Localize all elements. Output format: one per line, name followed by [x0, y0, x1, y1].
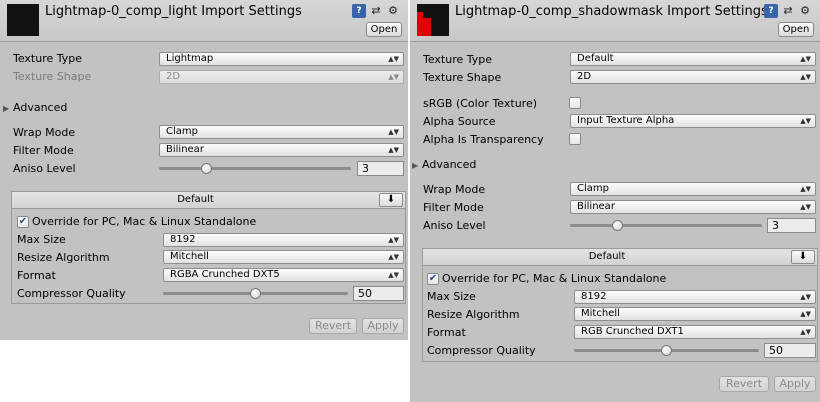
format-label: Format — [427, 326, 466, 339]
max-size-label: Max Size — [427, 290, 476, 303]
alpha-source-dropdown[interactable]: Input Texture Alpha ▲▼ — [570, 114, 816, 128]
srgb-label: sRGB (Color Texture) — [423, 97, 538, 110]
platform-tab-bar: Default ⬇ — [423, 249, 817, 266]
compressor-quality-label: Compressor Quality — [17, 287, 126, 300]
aniso-level-slider[interactable] — [159, 167, 351, 170]
filter-mode-dropdown[interactable]: Bilinear ▲▼ — [159, 143, 404, 157]
aniso-level-field[interactable]: 3 — [767, 218, 816, 233]
filter-mode-label: Filter Mode — [13, 144, 74, 157]
texture-shape-dropdown: 2D ▲▼ — [159, 70, 404, 84]
updown-arrow-icon: ▲▼ — [388, 236, 399, 244]
texture-type-label: Texture Type — [13, 52, 83, 65]
inspector-panel-left: Lightmap-0_comp_light Import Settings ? … — [0, 0, 408, 340]
aniso-level-label: Aniso Level — [13, 162, 76, 175]
updown-arrow-icon: ▲▼ — [800, 55, 811, 63]
apply-button[interactable]: Apply — [362, 318, 404, 334]
override-checkbox[interactable]: ✔ — [17, 216, 29, 228]
compressor-quality-field[interactable]: 50 — [353, 286, 404, 301]
updown-arrow-icon: ▲▼ — [800, 203, 811, 211]
format-dropdown[interactable]: RGB Crunched DXT1 ▲▼ — [574, 325, 816, 339]
texture-thumbnail — [7, 4, 39, 36]
wrap-mode-dropdown[interactable]: Clamp ▲▼ — [159, 125, 404, 139]
open-button[interactable]: Open — [366, 22, 402, 37]
download-arrow-icon[interactable]: ⬇ — [379, 193, 403, 207]
help-book-icon[interactable]: ? — [352, 4, 366, 18]
texture-thumbnail — [417, 4, 449, 36]
updown-arrow-icon: ▲▼ — [800, 293, 811, 301]
updown-arrow-icon: ▲▼ — [388, 128, 399, 136]
texture-type-dropdown[interactable]: Lightmap ▲▼ — [159, 52, 404, 66]
compressor-quality-slider-thumb[interactable] — [249, 288, 261, 299]
resize-algorithm-dropdown[interactable]: Mitchell ▲▼ — [163, 250, 404, 264]
gear-icon[interactable]: ⚙ — [798, 4, 812, 18]
filter-mode-label: Filter Mode — [423, 201, 484, 214]
texture-type-dropdown[interactable]: Default ▲▼ — [570, 52, 816, 66]
updown-arrow-icon: ▲▼ — [388, 146, 399, 154]
inspector-title: Lightmap-0_comp_shadowmask Import Settin… — [455, 4, 768, 19]
updown-arrow-icon: ▲▼ — [388, 55, 399, 63]
advanced-foldout[interactable]: ▶ Advanced — [412, 158, 476, 173]
download-arrow-icon[interactable]: ⬇ — [791, 250, 815, 264]
presets-sliders-icon[interactable]: ⇄ — [369, 4, 383, 18]
updown-arrow-icon: ▲▼ — [800, 328, 811, 336]
help-book-icon[interactable]: ? — [764, 4, 778, 18]
thumbnail-red-region — [417, 18, 431, 36]
updown-arrow-icon: ▲▼ — [800, 185, 811, 193]
format-dropdown[interactable]: RGBA Crunched DXT5 ▲▼ — [163, 268, 404, 282]
override-label: Override for PC, Mac & Linux Standalone — [442, 272, 667, 285]
alpha-is-transparency-checkbox[interactable] — [569, 133, 581, 145]
inspector-header: Lightmap-0_comp_light Import Settings ? … — [0, 0, 408, 42]
alpha-source-label: Alpha Source — [423, 115, 496, 128]
updown-arrow-icon: ▲▼ — [800, 310, 811, 318]
compressor-quality-label: Compressor Quality — [427, 344, 536, 357]
wrap-mode-label: Wrap Mode — [423, 183, 486, 196]
srgb-checkbox[interactable] — [569, 97, 581, 109]
tab-default[interactable]: Default — [423, 249, 791, 265]
platform-tab-bar: Default ⬇ — [12, 192, 405, 209]
revert-button[interactable]: Revert — [309, 318, 357, 334]
inspector-title: Lightmap-0_comp_light Import Settings — [45, 4, 302, 19]
inspector-header: Lightmap-0_comp_shadowmask Import Settin… — [410, 0, 820, 42]
filter-mode-dropdown[interactable]: Bilinear ▲▼ — [570, 200, 816, 214]
aniso-level-slider-thumb[interactable] — [612, 220, 623, 231]
apply-button[interactable]: Apply — [774, 376, 816, 392]
texture-type-label: Texture Type — [423, 53, 493, 66]
max-size-dropdown[interactable]: 8192 ▲▼ — [574, 290, 816, 304]
override-checkbox[interactable]: ✔ — [427, 273, 439, 285]
revert-button[interactable]: Revert — [719, 376, 769, 392]
inspector-panel-right: Lightmap-0_comp_shadowmask Import Settin… — [410, 0, 820, 402]
aniso-level-slider-thumb[interactable] — [201, 163, 212, 174]
wrap-mode-dropdown[interactable]: Clamp ▲▼ — [570, 182, 816, 196]
expand-triangle-icon: ▶ — [412, 161, 419, 170]
aniso-level-slider[interactable] — [570, 224, 762, 227]
advanced-foldout[interactable]: ▶ Advanced — [3, 101, 67, 116]
max-size-dropdown[interactable]: 8192 ▲▼ — [163, 233, 404, 247]
resize-algorithm-dropdown[interactable]: Mitchell ▲▼ — [574, 307, 816, 321]
updown-arrow-icon: ▲▼ — [388, 253, 399, 261]
texture-shape-dropdown[interactable]: 2D ▲▼ — [570, 70, 816, 84]
compressor-quality-slider-thumb[interactable] — [660, 345, 672, 356]
alpha-is-transparency-label: Alpha Is Transparency — [423, 133, 544, 146]
updown-arrow-icon: ▲▼ — [800, 117, 811, 125]
tab-default[interactable]: Default — [12, 192, 379, 208]
open-button[interactable]: Open — [778, 22, 814, 37]
aniso-level-field[interactable]: 3 — [357, 161, 404, 176]
expand-triangle-icon: ▶ — [3, 104, 10, 113]
wrap-mode-label: Wrap Mode — [13, 126, 76, 139]
aniso-level-label: Aniso Level — [423, 219, 486, 232]
override-label: Override for PC, Mac & Linux Standalone — [32, 215, 257, 228]
compressor-quality-field[interactable]: 50 — [764, 343, 816, 358]
resize-algorithm-label: Resize Algorithm — [427, 308, 520, 321]
updown-arrow-icon: ▲▼ — [388, 271, 399, 279]
updown-arrow-icon: ▲▼ — [800, 73, 811, 81]
updown-arrow-icon: ▲▼ — [388, 73, 399, 81]
texture-shape-label: Texture Shape — [423, 71, 502, 84]
resize-algorithm-label: Resize Algorithm — [17, 251, 110, 264]
gear-icon[interactable]: ⚙ — [386, 4, 400, 18]
format-label: Format — [17, 269, 56, 282]
presets-sliders-icon[interactable]: ⇄ — [781, 4, 795, 18]
max-size-label: Max Size — [17, 233, 66, 246]
texture-shape-label: Texture Shape — [13, 70, 92, 83]
